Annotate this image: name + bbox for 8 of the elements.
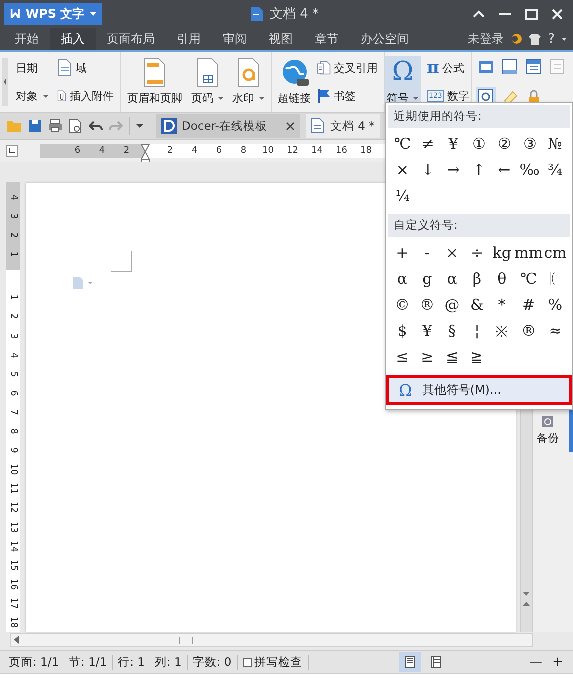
status-field: 字数: 0 (188, 654, 238, 670)
section-header: 自定义符号: (388, 214, 570, 237)
status-field: 列: 1 (150, 654, 188, 670)
status-field: 页面: 1/1 (4, 654, 64, 670)
status-field: 节: 1/1 (64, 654, 114, 670)
window-title: 文档 4 * (270, 6, 320, 23)
section-header: 近期使用的符号: (388, 105, 570, 128)
status-field: 行: 1 (113, 654, 150, 670)
